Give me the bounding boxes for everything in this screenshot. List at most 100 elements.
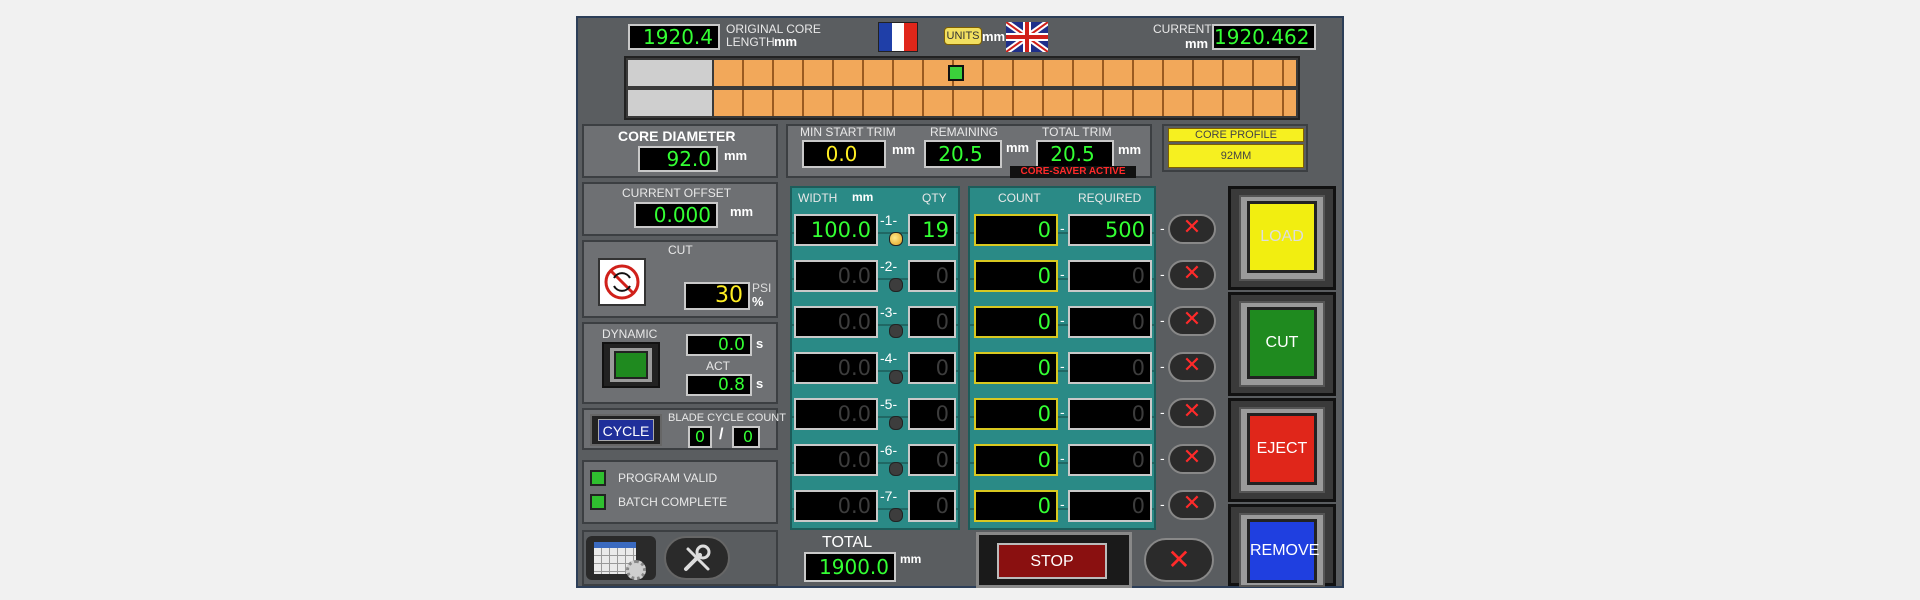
- eject-button[interactable]: EJECT: [1247, 413, 1317, 485]
- total-trim-display: 20.5: [1036, 140, 1114, 168]
- core-profile-value[interactable]: 92MM: [1168, 144, 1304, 168]
- cycle-panel: CYCLE BLADE CYCLE COUNT 0 / 0: [582, 408, 786, 450]
- stop-button[interactable]: STOP: [997, 543, 1107, 579]
- dynamic-act-unit: s: [756, 376, 764, 391]
- original-core-unit: mm: [774, 34, 798, 49]
- width-field[interactable]: 100.0: [794, 214, 878, 246]
- row-number: -4-: [880, 350, 898, 366]
- current-offset-display[interactable]: 0.000: [634, 202, 718, 228]
- hmi-screen: 1920.4 ORIGINAL CORE LENGTH mm UNITS mm …: [576, 16, 1344, 588]
- row-number: -7-: [880, 488, 898, 504]
- row-number: -3-: [880, 304, 898, 320]
- core-bar-stub-top: [628, 60, 712, 86]
- qty-field[interactable]: 19: [908, 214, 956, 246]
- load-button[interactable]: LOAD: [1247, 201, 1317, 273]
- row-number: -6-: [880, 442, 898, 458]
- row-active-led: [889, 462, 903, 476]
- cut-psi-display[interactable]: 30: [684, 282, 750, 310]
- carriage-position-marker: [948, 65, 964, 81]
- load-button-frame[interactable]: LOAD: [1228, 186, 1336, 290]
- row-dash: -: [1060, 220, 1065, 236]
- required-field[interactable]: 500: [1068, 214, 1152, 246]
- required-field[interactable]: 0: [1068, 306, 1152, 338]
- min-start-trim-unit: mm: [892, 142, 916, 157]
- width-field[interactable]: 0.0: [794, 490, 878, 522]
- units-button[interactable]: UNITS: [944, 27, 982, 45]
- min-start-trim-label: MIN START TRIM: [800, 125, 896, 139]
- batch-complete-led: [590, 494, 606, 510]
- row-active-led: [889, 416, 903, 430]
- clear-all-button[interactable]: ✕: [1144, 538, 1214, 582]
- count-field: 0: [974, 352, 1058, 384]
- qty-field[interactable]: 0: [908, 352, 956, 384]
- remove-button[interactable]: REMOVE: [1247, 519, 1319, 583]
- cycle-button-frame[interactable]: CYCLE: [590, 414, 662, 446]
- dynamic-act-label: ACT: [706, 359, 730, 373]
- stop-button-frame[interactable]: STOP: [976, 532, 1132, 588]
- blade-count-b: 0: [732, 426, 760, 448]
- required-field[interactable]: 0: [1068, 444, 1152, 476]
- required-field[interactable]: 0: [1068, 352, 1152, 384]
- qty-field[interactable]: 0: [908, 490, 956, 522]
- row-dash: -: [1160, 266, 1165, 282]
- program-valid-label: PROGRAM VALID: [618, 471, 718, 485]
- row-dash: -: [1160, 312, 1165, 328]
- qty-field[interactable]: 0: [908, 306, 956, 338]
- clear-row-button[interactable]: ✕: [1168, 352, 1216, 382]
- width-field[interactable]: 0.0: [794, 352, 878, 384]
- clear-row-button[interactable]: ✕: [1168, 398, 1216, 428]
- no-rotation-icon[interactable]: [598, 258, 646, 306]
- dynamic-toggle-button[interactable]: [602, 342, 660, 388]
- clear-row-button[interactable]: ✕: [1168, 490, 1216, 520]
- row-dash: -: [1060, 266, 1065, 282]
- width-field[interactable]: 0.0: [794, 398, 878, 430]
- cut-panel: CUT 30 PSI %: [582, 240, 778, 318]
- count-field: 0: [974, 444, 1058, 476]
- cut-button[interactable]: CUT: [1247, 307, 1317, 379]
- core-saver-status: CORE-SAVER ACTIVE: [1010, 166, 1136, 178]
- cut-button-frame[interactable]: CUT: [1228, 292, 1336, 396]
- dynamic-set-unit: s: [756, 336, 764, 351]
- total-display: 1900.0: [804, 552, 896, 582]
- dynamic-set-display[interactable]: 0.0: [686, 334, 752, 356]
- width-unit: mm: [852, 190, 874, 204]
- eject-button-frame[interactable]: EJECT: [1228, 398, 1336, 502]
- batch-complete-label: BATCH COMPLETE: [618, 495, 728, 509]
- status-panel: PROGRAM VALID BATCH COMPLETE: [582, 460, 778, 524]
- blade-cycle-label: BLADE CYCLE COUNT: [668, 412, 786, 424]
- qty-field[interactable]: 0: [908, 260, 956, 292]
- qty-field[interactable]: 0: [908, 444, 956, 476]
- tools-icon[interactable]: [664, 536, 730, 580]
- count-field: 0: [974, 490, 1058, 522]
- header-panel: 1920.4 ORIGINAL CORE LENGTH mm UNITS mm …: [578, 18, 1342, 122]
- row-dash: -: [1160, 404, 1165, 420]
- qty-field[interactable]: 0: [908, 398, 956, 430]
- clear-row-button[interactable]: ✕: [1168, 214, 1216, 244]
- french-flag-icon[interactable]: [878, 22, 918, 52]
- cut-panel-label: CUT: [668, 243, 693, 257]
- width-field[interactable]: 0.0: [794, 444, 878, 476]
- clear-row-button[interactable]: ✕: [1168, 306, 1216, 336]
- clear-row-button[interactable]: ✕: [1168, 444, 1216, 474]
- clear-row-button[interactable]: ✕: [1168, 260, 1216, 290]
- row-dash: -: [1060, 496, 1065, 512]
- core-bar-stub-bottom: [628, 90, 712, 116]
- count-field: 0: [974, 260, 1058, 292]
- row-dash: -: [1160, 358, 1165, 374]
- required-field[interactable]: 0: [1068, 490, 1152, 522]
- row-active-led: [889, 278, 903, 292]
- uk-flag-icon[interactable]: [1006, 22, 1048, 52]
- calendar-settings-icon[interactable]: [586, 536, 656, 580]
- min-start-trim-display[interactable]: 0.0: [802, 140, 886, 168]
- width-field[interactable]: 0.0: [794, 306, 878, 338]
- required-field[interactable]: 0: [1068, 398, 1152, 430]
- core-diameter-display[interactable]: 92.0: [638, 146, 718, 172]
- remove-button-frame[interactable]: REMOVE: [1228, 504, 1336, 587]
- required-field[interactable]: 0: [1068, 260, 1152, 292]
- total-trim-unit: mm: [1118, 142, 1142, 157]
- current-length-display: 1920.462: [1212, 24, 1316, 50]
- current-offset-unit: mm: [730, 204, 754, 219]
- cycle-button[interactable]: CYCLE: [598, 419, 654, 441]
- width-field[interactable]: 0.0: [794, 260, 878, 292]
- row-dash: -: [1160, 450, 1165, 466]
